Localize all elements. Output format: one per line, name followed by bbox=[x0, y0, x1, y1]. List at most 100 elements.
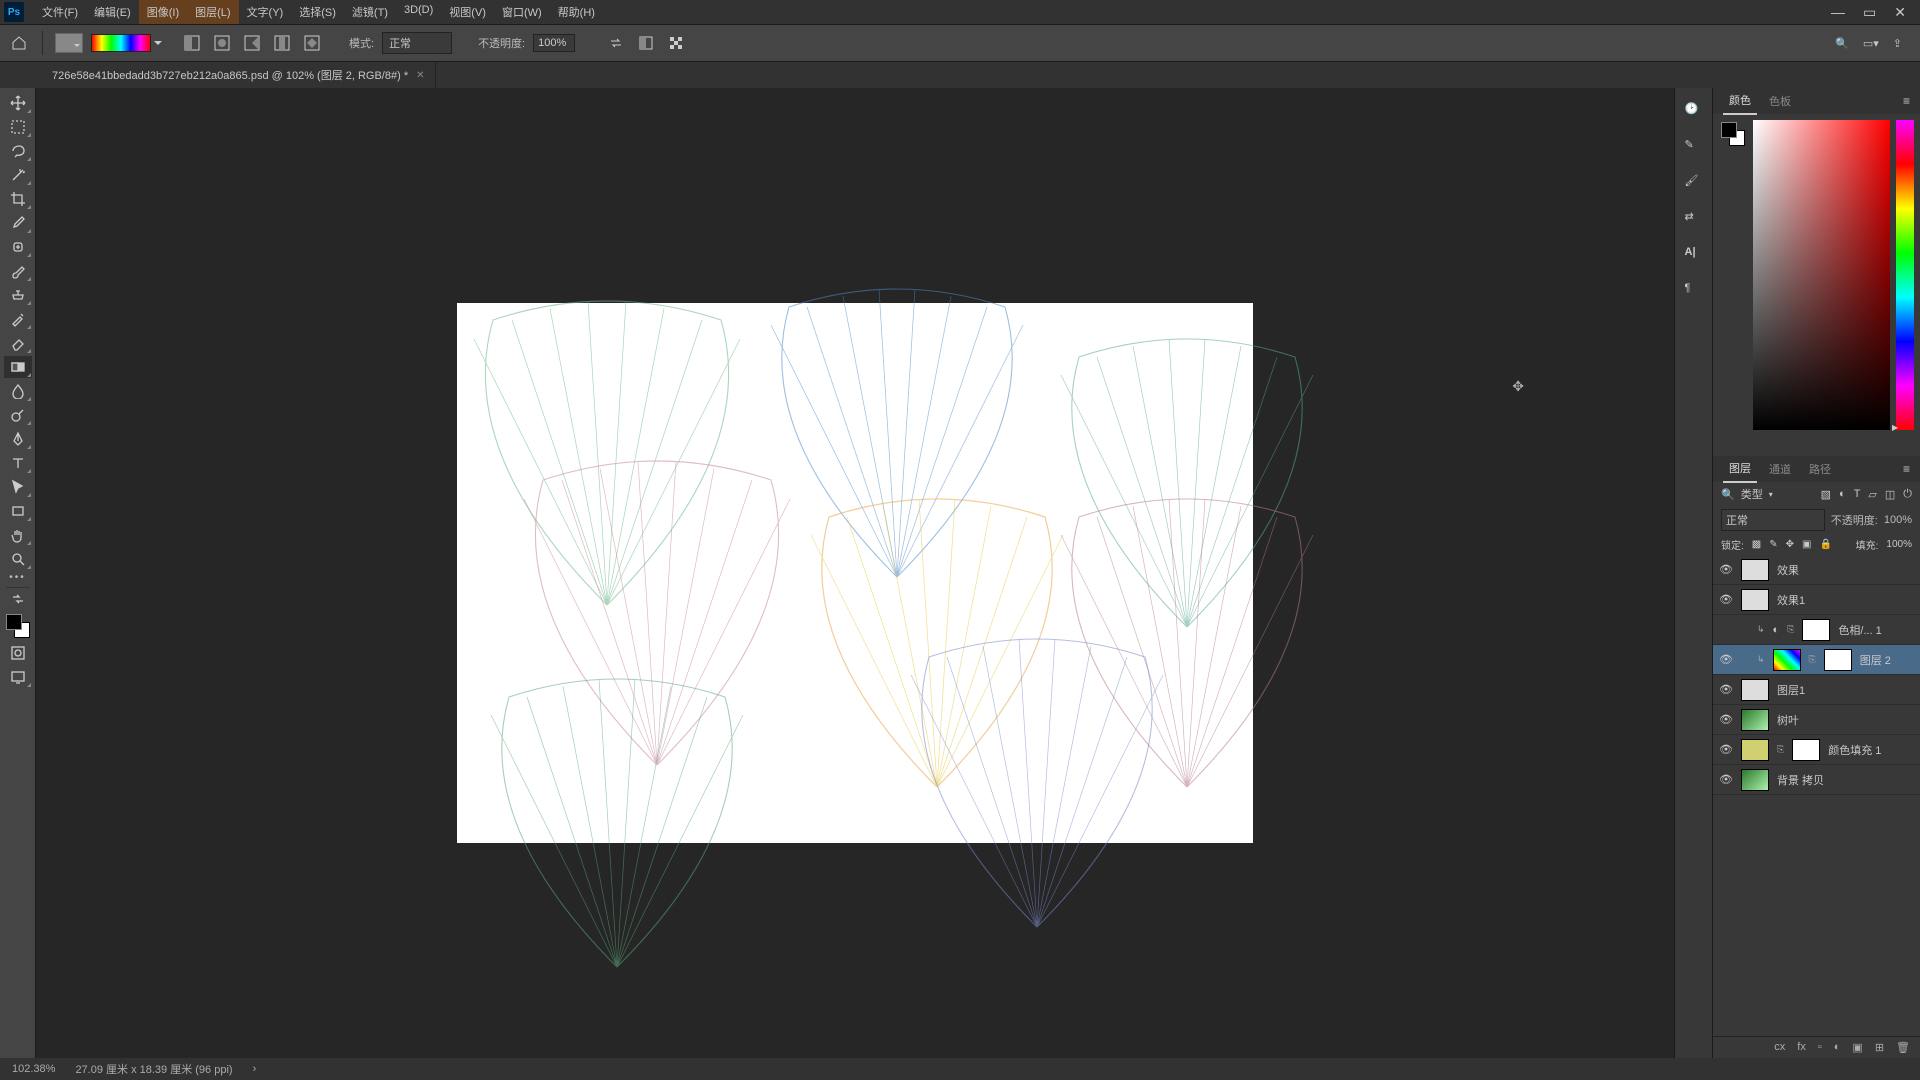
tab-close-icon[interactable]: ✕ bbox=[416, 70, 424, 81]
lock-artboard-icon[interactable]: ▣ bbox=[1802, 539, 1811, 550]
share-icon[interactable]: ⇪ bbox=[1893, 37, 1902, 50]
layer-thumbnail[interactable] bbox=[1741, 559, 1769, 581]
layer-row[interactable]: 👁 ⎘ 颜色填充 1 bbox=[1713, 735, 1920, 765]
magic-wand-tool[interactable] bbox=[4, 164, 32, 186]
lock-transparency-icon[interactable]: ▩ bbox=[1752, 539, 1761, 550]
layer-mask-thumbnail[interactable] bbox=[1824, 649, 1852, 671]
pen-tool[interactable] bbox=[4, 428, 32, 450]
reverse-icon[interactable] bbox=[605, 32, 627, 54]
layer-visibility-icon[interactable]: 👁 bbox=[1719, 683, 1733, 696]
canvas[interactable] bbox=[457, 303, 1253, 843]
gradient-picker[interactable] bbox=[91, 34, 151, 52]
mask-link-icon[interactable]: ⎘ bbox=[1809, 654, 1816, 665]
paragraph-panel-icon[interactable]: ¶ bbox=[1685, 282, 1703, 300]
mask-link-icon[interactable]: ⎘ bbox=[1777, 744, 1784, 755]
new-fill-layer-icon[interactable]: ◐ bbox=[1834, 1041, 1841, 1054]
character-panel-icon[interactable]: A| bbox=[1685, 246, 1703, 264]
filter-search-icon[interactable]: 🔍 bbox=[1721, 488, 1735, 501]
menu-filter[interactable]: 滤镜(T) bbox=[344, 0, 396, 24]
layer-mask-thumbnail[interactable] bbox=[1792, 739, 1820, 761]
menu-help[interactable]: 帮助(H) bbox=[550, 0, 603, 24]
dodge-tool[interactable] bbox=[4, 404, 32, 426]
status-dimensions[interactable]: 27.09 厘米 x 18.39 厘米 (96 ppi) bbox=[75, 1061, 232, 1077]
lock-pixels-icon[interactable]: ✎ bbox=[1769, 539, 1777, 550]
layer-name-label[interactable]: 背景 拷贝 bbox=[1777, 772, 1824, 788]
menu-edit[interactable]: 编辑(E) bbox=[86, 0, 139, 24]
filter-smart-icon[interactable]: ◫ bbox=[1885, 488, 1895, 501]
layer-blend-mode-dropdown[interactable]: 正常 bbox=[1721, 509, 1825, 531]
eraser-tool[interactable] bbox=[4, 332, 32, 354]
layer-name-label[interactable]: 色相/... 1 bbox=[1838, 622, 1881, 638]
move-tool[interactable] bbox=[4, 92, 32, 114]
filter-type-icon[interactable]: T bbox=[1854, 488, 1861, 501]
filter-pixel-icon[interactable]: ▧ bbox=[1821, 488, 1831, 501]
tab-layers[interactable]: 图层 bbox=[1723, 455, 1757, 483]
gradient-radial-icon[interactable] bbox=[211, 32, 233, 54]
menu-image[interactable]: 图像(I) bbox=[139, 0, 187, 24]
rectangle-tool[interactable] bbox=[4, 500, 32, 522]
layer-thumbnail[interactable] bbox=[1741, 769, 1769, 791]
layer-row[interactable]: ↳◐⎘色相/... 1 bbox=[1713, 615, 1920, 645]
fill-value[interactable]: 100% bbox=[1886, 539, 1912, 550]
eyedropper-tool[interactable] bbox=[4, 212, 32, 234]
close-icon[interactable]: ✕ bbox=[1894, 4, 1906, 21]
filter-shape-icon[interactable]: ▱ bbox=[1868, 488, 1876, 501]
gradient-reflected-icon[interactable] bbox=[271, 32, 293, 54]
brush-tool[interactable] bbox=[4, 260, 32, 282]
workspace-icon[interactable]: ▭▾ bbox=[1863, 37, 1879, 50]
history-panel-icon[interactable]: 🕑 bbox=[1685, 102, 1703, 120]
tab-channels[interactable]: 通道 bbox=[1763, 456, 1797, 482]
new-group-icon[interactable]: ▣ bbox=[1852, 1041, 1862, 1054]
layer-row[interactable]: 👁效果 bbox=[1713, 555, 1920, 585]
opacity-input[interactable]: 100% bbox=[533, 34, 575, 52]
layer-thumbnail[interactable] bbox=[1741, 739, 1769, 761]
layer-visibility-icon[interactable]: 👁 bbox=[1719, 593, 1733, 606]
layer-fx-icon[interactable]: fx bbox=[1797, 1041, 1806, 1054]
layer-visibility-icon[interactable]: 👁 bbox=[1719, 743, 1733, 756]
layer-opacity-value[interactable]: 100% bbox=[1884, 514, 1912, 526]
layer-mask-thumbnail[interactable] bbox=[1802, 619, 1830, 641]
history-brush-tool[interactable] bbox=[4, 308, 32, 330]
document-tab[interactable]: 726e58e41bbedadd3b727eb212a0a865.psd @ 1… bbox=[42, 62, 436, 88]
layer-name-label[interactable]: 树叶 bbox=[1777, 712, 1799, 728]
healing-tool[interactable] bbox=[4, 236, 32, 258]
panel-menu-icon[interactable]: ≡ bbox=[1903, 94, 1910, 108]
layers-panel-menu-icon[interactable]: ≡ bbox=[1903, 462, 1910, 476]
gradient-tool[interactable] bbox=[4, 356, 32, 378]
menu-select[interactable]: 选择(S) bbox=[291, 0, 344, 24]
tab-swatches[interactable]: 色板 bbox=[1763, 88, 1797, 114]
menu-file[interactable]: 文件(F) bbox=[34, 0, 86, 24]
search-icon[interactable]: 🔍 bbox=[1835, 37, 1849, 50]
layer-row[interactable]: 👁背景 拷贝 bbox=[1713, 765, 1920, 795]
delete-layer-icon[interactable]: 🗑 bbox=[1896, 1041, 1910, 1054]
gradient-preview-swatch[interactable] bbox=[55, 33, 83, 53]
clone-stamp-tool[interactable] bbox=[4, 284, 32, 306]
blur-tool[interactable] bbox=[4, 380, 32, 402]
layer-row[interactable]: 👁↳⎘图层 2 bbox=[1713, 645, 1920, 675]
gradient-linear-icon[interactable] bbox=[181, 32, 203, 54]
link-layers-icon[interactable]: cx bbox=[1774, 1041, 1785, 1054]
screen-mode-icon[interactable] bbox=[4, 666, 32, 688]
lock-all-icon[interactable]: 🔒 bbox=[1819, 539, 1831, 550]
tab-color[interactable]: 颜色 bbox=[1723, 87, 1757, 115]
layer-thumbnail[interactable] bbox=[1741, 709, 1769, 731]
menu-layer[interactable]: 图层(L) bbox=[187, 0, 238, 24]
layer-name-label[interactable]: 效果1 bbox=[1777, 592, 1805, 608]
adjustments-panel-icon[interactable]: ⇄ bbox=[1685, 210, 1703, 228]
crop-tool[interactable] bbox=[4, 188, 32, 210]
filter-type-dropdown[interactable]: 类型 bbox=[1741, 486, 1763, 502]
canvas-area[interactable]: ✥ bbox=[36, 88, 1674, 1058]
edit-toolbar-icon[interactable]: ••• bbox=[9, 572, 26, 583]
quick-mask-icon[interactable] bbox=[4, 642, 32, 664]
layer-thumbnail[interactable] bbox=[1741, 679, 1769, 701]
status-zoom[interactable]: 102.38% bbox=[12, 1063, 55, 1075]
marquee-tool[interactable] bbox=[4, 116, 32, 138]
layer-visibility-icon[interactable]: 👁 bbox=[1719, 563, 1733, 576]
layer-thumbnail[interactable] bbox=[1741, 589, 1769, 611]
home-icon[interactable] bbox=[8, 32, 30, 54]
type-tool[interactable] bbox=[4, 452, 32, 474]
filter-adjust-icon[interactable]: ◐ bbox=[1839, 488, 1846, 501]
fgbg-swatches[interactable] bbox=[1719, 120, 1747, 148]
menu-type[interactable]: 文字(Y) bbox=[239, 0, 292, 24]
layer-name-label[interactable]: 颜色填充 1 bbox=[1828, 742, 1881, 758]
